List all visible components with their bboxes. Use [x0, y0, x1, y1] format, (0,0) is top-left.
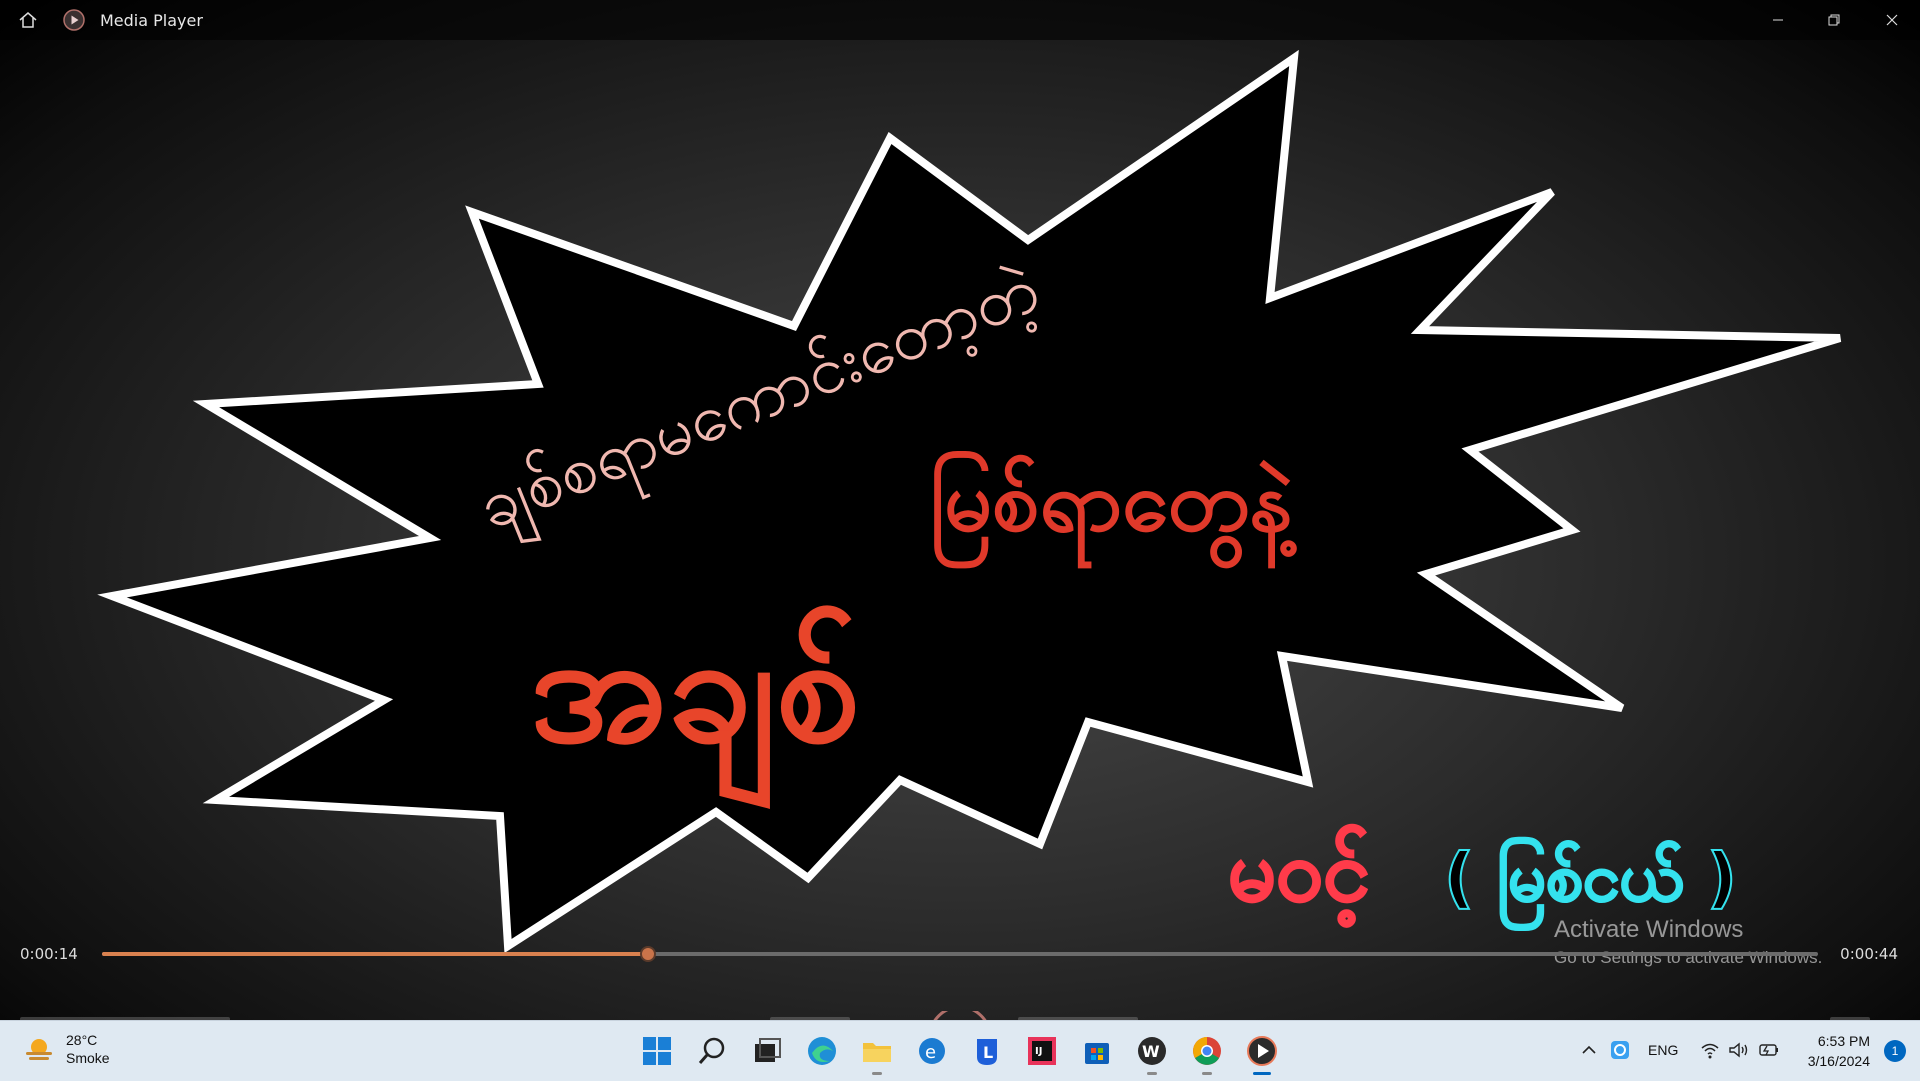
- language-indicator[interactable]: ENG: [1648, 1042, 1678, 1058]
- activate-title: Activate Windows: [1554, 916, 1744, 943]
- activate-subtitle: Go to Settings to activate Windows.: [1554, 948, 1823, 967]
- total-time: 0:00:44: [1840, 945, 1898, 963]
- show-hidden-icons-button[interactable]: [1580, 1041, 1598, 1062]
- file-explorer-icon: [863, 1043, 891, 1062]
- weather-temperature: 28°C: [66, 1032, 98, 1048]
- intellij-icon: IJ: [1028, 1037, 1056, 1065]
- taskbar: 28°C Smoke e L IJ W ENG 6:53 PM 3/16/202…: [0, 1020, 1920, 1081]
- playback-controls-strip: [0, 1008, 1920, 1020]
- restore-icon: [1828, 14, 1840, 26]
- search-icon: [698, 1037, 725, 1064]
- home-icon: [19, 12, 37, 28]
- svg-text:L: L: [983, 1043, 993, 1062]
- clock-date: 3/16/2024: [1807, 1053, 1870, 1069]
- media-player-icon: [1247, 1036, 1277, 1066]
- restore-button[interactable]: [1806, 0, 1862, 40]
- battery-charging-icon: [1759, 1044, 1778, 1056]
- close-button[interactable]: [1864, 0, 1920, 40]
- taskbar-wps[interactable]: W: [1134, 1033, 1170, 1075]
- wifi-button[interactable]: [1700, 1041, 1720, 1062]
- taskbar-edge[interactable]: [804, 1033, 840, 1069]
- svg-text:W: W: [1142, 1042, 1160, 1061]
- taskbar-app-l[interactable]: L: [969, 1033, 1005, 1069]
- seek-bar[interactable]: [102, 946, 1818, 962]
- taskbar-store[interactable]: [1079, 1033, 1115, 1069]
- running-indicator: [872, 1072, 882, 1075]
- running-indicator: [1147, 1072, 1157, 1075]
- credit-name: မဝင့်: [1228, 822, 1370, 928]
- task-view-button[interactable]: [749, 1033, 785, 1069]
- media-player-logo-icon: [63, 9, 85, 31]
- app-title: Media Player: [100, 10, 203, 30]
- tray-app-button[interactable]: [1609, 1039, 1631, 1064]
- taskbar-edge-legacy[interactable]: e: [914, 1033, 950, 1069]
- clock[interactable]: 6:53 PM 3/16/2024: [1808, 1031, 1870, 1071]
- chrome-icon: [1193, 1037, 1221, 1065]
- controls-partial: [20, 1008, 1870, 1020]
- minimize-icon: [1773, 19, 1783, 21]
- battery-button[interactable]: [1758, 1041, 1780, 1062]
- clock-time: 6:53 PM: [1817, 1033, 1870, 1049]
- weather-description: Smoke: [66, 1050, 110, 1066]
- media-player-window: ချစ်စရာမကောင်းတော့တဲ့ မြစ်ရာတွေနဲ့ အချစ်…: [0, 0, 1920, 1020]
- volume-icon: [1729, 1042, 1748, 1058]
- weather-sun-haze-icon: [26, 1039, 52, 1060]
- video-frame[interactable]: ချစ်စရာမကောင်းတော့တဲ့ မြစ်ရာတွေနဲ့ အချစ်…: [0, 0, 1920, 1020]
- title-bar: Media Player: [0, 0, 1920, 40]
- running-indicator: [1202, 1072, 1212, 1075]
- seek-thumb[interactable]: [640, 946, 657, 962]
- start-button[interactable]: [639, 1033, 675, 1069]
- edge-legacy-icon: e: [919, 1038, 945, 1064]
- wps-icon: W: [1138, 1037, 1166, 1065]
- app-logo: [56, 0, 92, 40]
- start-icon: [643, 1037, 671, 1065]
- svg-text:e: e: [925, 1042, 936, 1063]
- seek-progress: [102, 952, 649, 956]
- svg-text:IJ: IJ: [1035, 1046, 1042, 1057]
- home-button[interactable]: [0, 0, 56, 40]
- taskbar-intellij[interactable]: IJ: [1024, 1033, 1060, 1069]
- weather-widget[interactable]: 28°C Smoke: [22, 1031, 110, 1067]
- task-view-icon: [755, 1038, 781, 1062]
- minimize-button[interactable]: [1750, 0, 1806, 40]
- edge-icon: [808, 1037, 836, 1065]
- active-indicator: [1253, 1072, 1271, 1075]
- store-icon: [1085, 1043, 1109, 1064]
- search-button[interactable]: [694, 1033, 730, 1069]
- close-icon: [1886, 14, 1898, 26]
- taskbar-file-explorer[interactable]: [859, 1033, 895, 1075]
- notification-badge[interactable]: 1: [1884, 1040, 1906, 1062]
- volume-button[interactable]: [1728, 1041, 1750, 1062]
- current-time: 0:00:14: [20, 945, 78, 963]
- wifi-icon: [1701, 1043, 1719, 1059]
- chevron-up-icon: [1582, 1045, 1596, 1054]
- sync-app-icon: [1611, 1041, 1629, 1059]
- taskbar-media-player[interactable]: [1244, 1033, 1280, 1075]
- app-l-icon: L: [977, 1039, 997, 1065]
- taskbar-chrome[interactable]: [1189, 1033, 1225, 1075]
- activate-windows-watermark: Activate Windows Go to Settings to activ…: [1554, 916, 1822, 968]
